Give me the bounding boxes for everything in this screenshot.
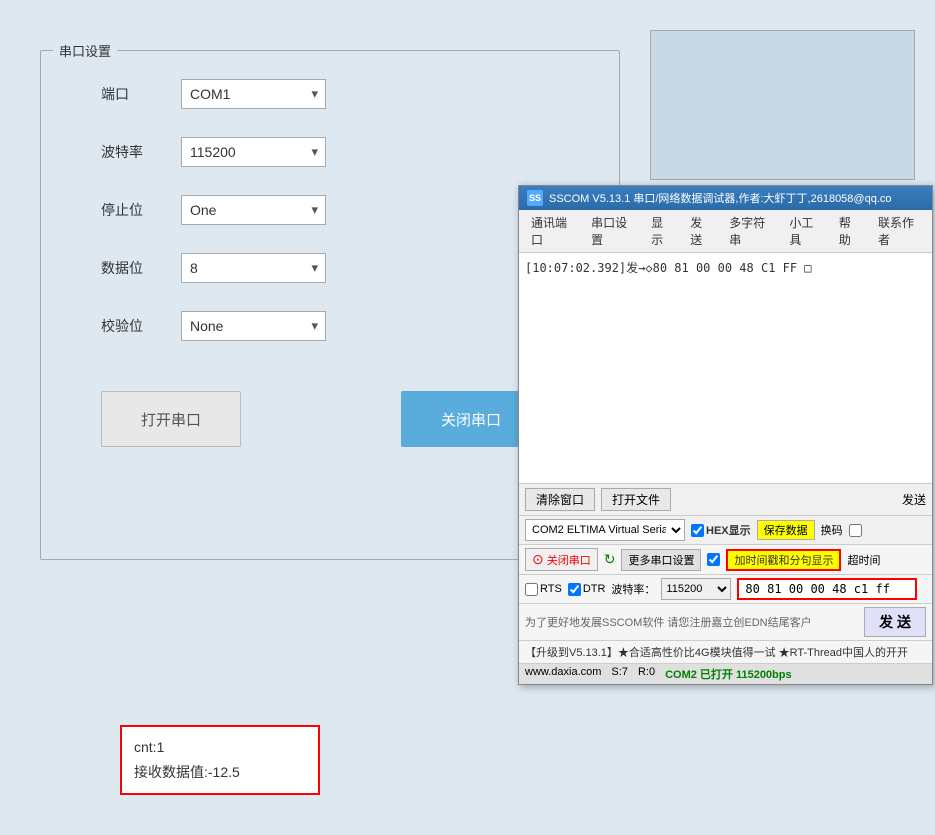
timestamp-checkbox-label (707, 553, 720, 566)
port-label: 端口 (101, 84, 181, 104)
data-label: 数据位 (101, 258, 181, 278)
serial-settings-legend: 串口设置 (53, 41, 117, 60)
button-row: 打开串口 关闭串口 (101, 391, 579, 447)
menu-multistring[interactable]: 多字符串 (721, 212, 779, 250)
menu-tools[interactable]: 小工具 (781, 212, 829, 250)
status-port: COM2 已打开 115200bps (665, 666, 792, 682)
sscom-row4: RTS DTR 波特率： 115200 80 81 00 00 48 c1 ff (519, 574, 932, 603)
port-row: 端口 COM1 COM2 COM3 (101, 79, 579, 109)
open-port-button[interactable]: 打开串口 (101, 391, 241, 447)
menu-contact[interactable]: 联系作者 (870, 212, 928, 250)
sscom-port-select[interactable]: COM2 ELTIMA Virtual Serial (525, 519, 685, 541)
menu-serial-settings[interactable]: 串口设置 (583, 212, 641, 250)
stop-icon: ⊙ (532, 551, 544, 568)
menu-send[interactable]: 发送 (682, 212, 719, 250)
sscom-icon: SS (527, 190, 543, 206)
timestamp-button[interactable]: 加时间戳和分句显示 (726, 549, 841, 571)
dtr-checkbox-label: DTR (568, 583, 606, 596)
sscom-ad-row: 【升级到V5.13.1】★合适高性价比4G模块值得一试 ★RT-Thread中国… (519, 640, 932, 663)
status-r: R:0 (638, 666, 655, 682)
stop-label: 停止位 (101, 200, 181, 220)
rts-label: RTS (540, 583, 562, 595)
send-label: 发送 (902, 491, 926, 508)
parity-select[interactable]: None Odd Even (181, 311, 326, 341)
baud-select-wrapper: 9600 19200 38400 57600 115200 (181, 137, 326, 167)
status-url: www.daxia.com (525, 666, 601, 682)
status-s: S:7 (611, 666, 628, 682)
open-file-button[interactable]: 打开文件 (601, 488, 671, 511)
sscom-log-line: [10:07:02.392]发→◇80 81 00 00 48 C1 FF □ (525, 259, 926, 276)
sscom-baud-select[interactable]: 115200 (661, 578, 731, 600)
rts-checkbox-label: RTS (525, 583, 562, 596)
menu-comm-port[interactable]: 通讯端口 (523, 212, 581, 250)
sscom-statusbar: www.daxia.com S:7 R:0 COM2 已打开 115200bps (519, 663, 932, 684)
info-line1: cnt:1 (134, 735, 306, 760)
menu-display[interactable]: 显示 (643, 212, 680, 250)
send-button[interactable]: 发 送 (864, 607, 926, 637)
rts-checkbox[interactable] (525, 583, 538, 596)
switch-checkbox-label (849, 524, 862, 537)
baud-rate-label: 波特率： (611, 581, 655, 597)
stop-select-wrapper: One Two OnePointFive (181, 195, 326, 225)
sscom-window: SS SSCOM V5.13.1 串口/网络数据调试器,作者:大虾丁丁,2618… (518, 185, 933, 685)
timestamp-checkbox[interactable] (707, 553, 720, 566)
info-line2: 接收数据值:-12.5 (134, 760, 306, 785)
stop-row: 停止位 One Two OnePointFive (101, 195, 579, 225)
hex-input[interactable]: 80 81 00 00 48 c1 ff (737, 578, 917, 600)
baud-select[interactable]: 9600 19200 38400 57600 115200 (181, 137, 326, 167)
port-select[interactable]: COM1 COM2 COM3 (181, 79, 326, 109)
right-panel (650, 30, 915, 180)
sscom-log-content: [10:07:02.392]发→◇80 81 00 00 48 C1 FF □ (519, 253, 932, 483)
close-port-label: 关闭串口 (547, 552, 591, 568)
parity-row: 校验位 None Odd Even (101, 311, 579, 341)
save-data-button[interactable]: 保存数据 (757, 520, 815, 540)
switch-label: 换码 (821, 522, 843, 538)
parity-label: 校验位 (101, 316, 181, 336)
dtr-label: DTR (583, 583, 606, 595)
stop-select[interactable]: One Two OnePointFive (181, 195, 326, 225)
baud-row: 波特率 9600 19200 38400 57600 115200 (101, 137, 579, 167)
promo-text: 为了更好地发展SSCOM软件 请您注册嘉立创EDN结尾客户 (525, 614, 854, 630)
sscom-toolbar-row1: 清除窗口 打开文件 发送 (519, 483, 932, 515)
data-select[interactable]: 5 6 7 8 (181, 253, 326, 283)
sscom-send-row: 为了更好地发展SSCOM软件 请您注册嘉立创EDN结尾客户 发 送 (519, 603, 932, 640)
data-row: 数据位 5 6 7 8 (101, 253, 579, 283)
clear-window-button[interactable]: 清除窗口 (525, 488, 595, 511)
refresh-icon[interactable]: ↻ (604, 551, 616, 568)
dtr-checkbox[interactable] (568, 583, 581, 596)
menu-help[interactable]: 帮助 (831, 212, 868, 250)
ad-text: 【升级到V5.13.1】★合适高性价比4G模块值得一试 ★RT-Thread中国… (525, 647, 908, 659)
sscom-titlebar: SS SSCOM V5.13.1 串口/网络数据调试器,作者:大虾丁丁,2618… (519, 186, 932, 210)
hex-display-checkbox[interactable] (691, 524, 704, 537)
sscom-row3: ⊙ 关闭串口 ↻ 更多串口设置 加时间戳和分句显示 超时间 (519, 544, 932, 574)
overtime-label: 超时间 (847, 552, 880, 568)
sscom-row2: COM2 ELTIMA Virtual Serial HEX显示 保存数据 换码 (519, 515, 932, 544)
sscom-close-port-button[interactable]: ⊙ 关闭串口 (525, 548, 598, 571)
parity-select-wrapper: None Odd Even (181, 311, 326, 341)
sscom-menubar: 通讯端口 串口设置 显示 发送 多字符串 小工具 帮助 联系作者 (519, 210, 932, 253)
sscom-title: SSCOM V5.13.1 串口/网络数据调试器,作者:大虾丁丁,2618058… (549, 190, 892, 206)
port-select-wrapper: COM1 COM2 COM3 (181, 79, 326, 109)
info-box: cnt:1 接收数据值:-12.5 (120, 725, 320, 795)
more-ports-button[interactable]: 更多串口设置 (621, 549, 701, 571)
hex-display-checkbox-label: HEX显示 (691, 522, 751, 538)
baud-label: 波特率 (101, 142, 181, 162)
hex-display-label: HEX显示 (706, 522, 751, 538)
switch-checkbox[interactable] (849, 524, 862, 537)
data-select-wrapper: 5 6 7 8 (181, 253, 326, 283)
